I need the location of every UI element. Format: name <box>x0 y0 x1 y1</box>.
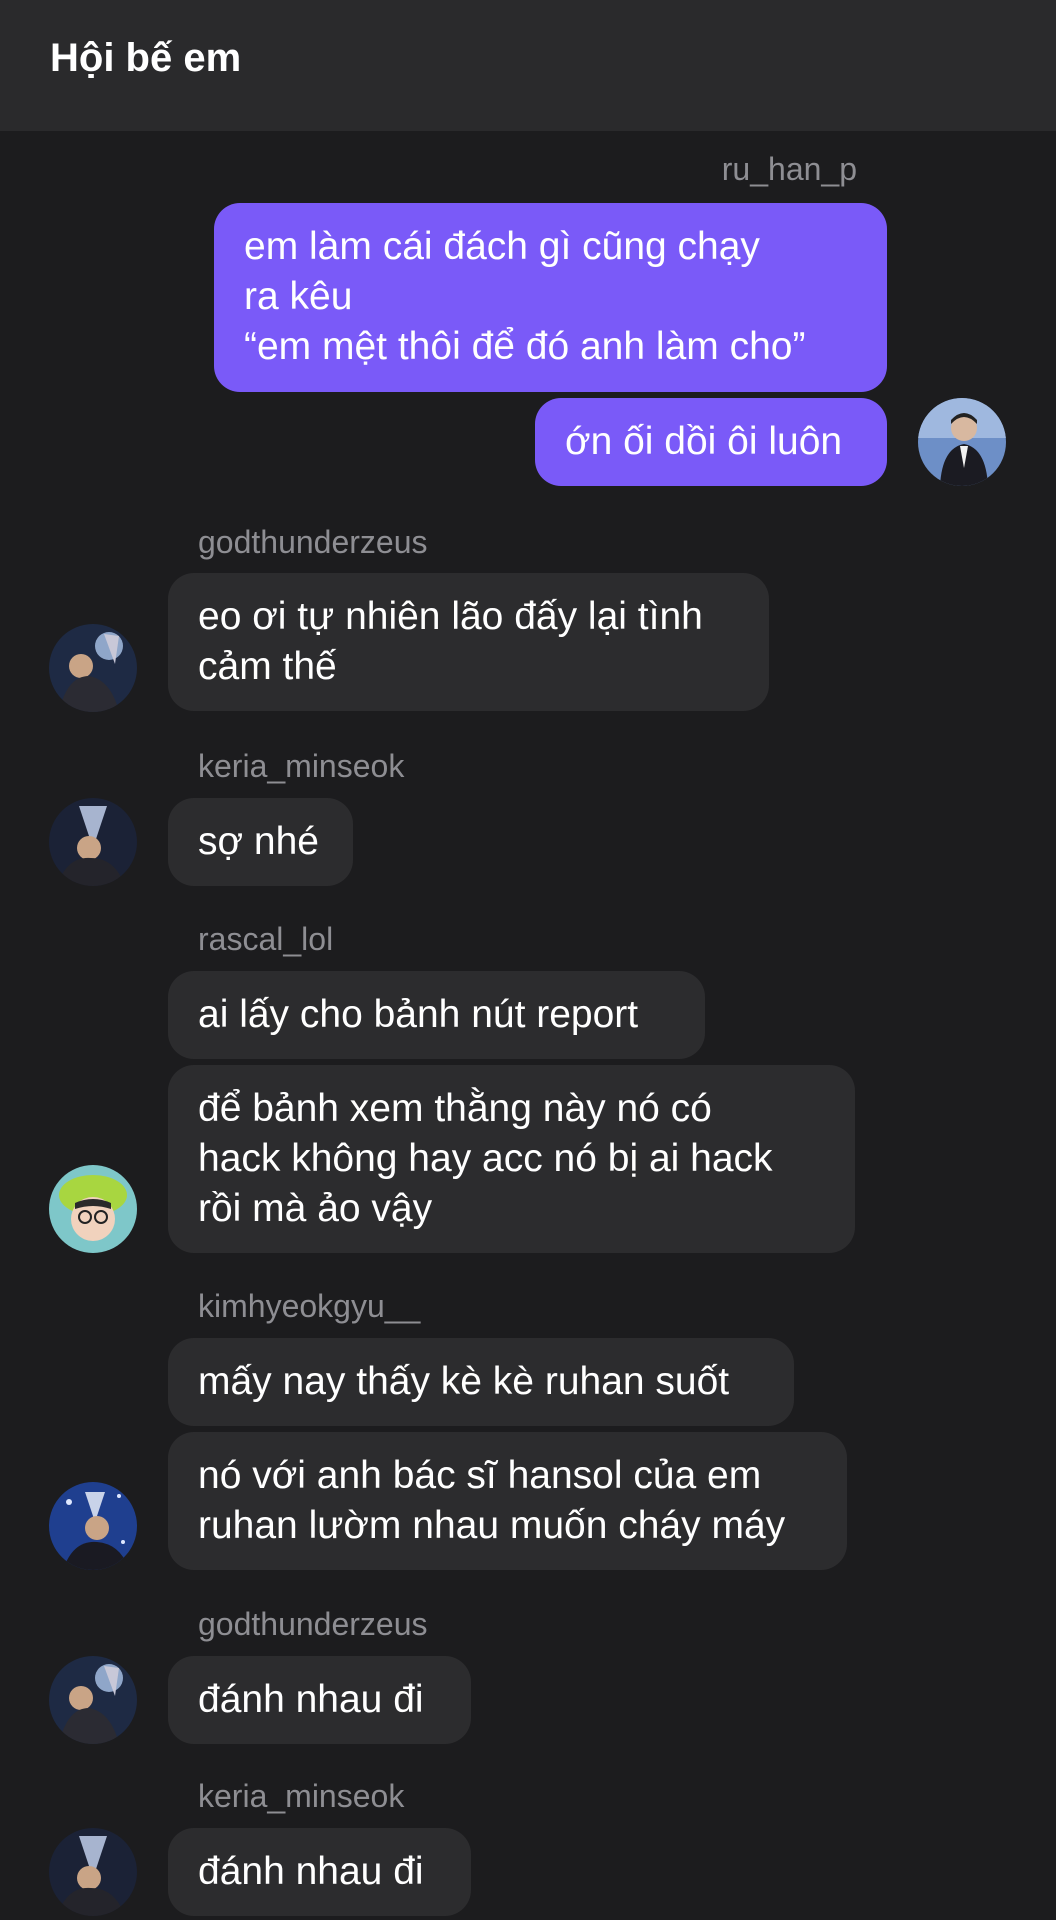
avatar-kimhyeokgyu[interactable] <box>49 1482 137 1570</box>
message-bubble-incoming[interactable]: sợ nhé <box>168 798 353 886</box>
message-bubble-incoming[interactable]: nó với anh bác sĩ hansol của em ruhan lư… <box>168 1432 847 1570</box>
chat-header: Hội bế em <box>0 0 1056 131</box>
message-bubble-incoming[interactable]: mấy nay thấy kè kè ruhan suốt <box>168 1338 794 1426</box>
sender-name: ru_han_p <box>721 151 857 187</box>
sender-name: godthunderzeus <box>198 524 428 560</box>
message-bubble-incoming[interactable]: ai lấy cho bảnh nút report <box>168 971 705 1059</box>
avatar-keria-minseok[interactable] <box>49 1828 137 1916</box>
message-bubble-incoming[interactable]: để bảnh xem thằng này nó có hack không h… <box>168 1065 855 1253</box>
chat-title: Hội bế em <box>50 36 242 80</box>
sender-name: godthunderzeus <box>198 1606 428 1642</box>
message-bubble-incoming[interactable]: đánh nhau đi <box>168 1656 471 1744</box>
sender-name: keria_minseok <box>198 748 405 784</box>
message-bubble-outgoing[interactable]: em làm cái đách gì cũng chạy ra kêu “em … <box>214 203 887 392</box>
sender-name: kimhyeokgyu__ <box>198 1288 421 1324</box>
avatar-rascal-lol[interactable] <box>49 1165 137 1253</box>
message-bubble-incoming[interactable]: eo ơi tự nhiên lão đấy lại tình cảm thế <box>168 573 769 711</box>
sender-name: rascal_lol <box>198 921 334 957</box>
avatar-ru-han-p[interactable] <box>918 398 1006 486</box>
message-bubble-incoming[interactable]: đánh nhau đi <box>168 1828 471 1916</box>
avatar-keria-minseok[interactable] <box>49 798 137 886</box>
avatar-godthunderzeus[interactable] <box>49 624 137 712</box>
avatar-godthunderzeus[interactable] <box>49 1656 137 1744</box>
message-bubble-outgoing[interactable]: ớn ối dồi ôi luôn <box>535 398 887 486</box>
sender-name: keria_minseok <box>198 1778 405 1814</box>
